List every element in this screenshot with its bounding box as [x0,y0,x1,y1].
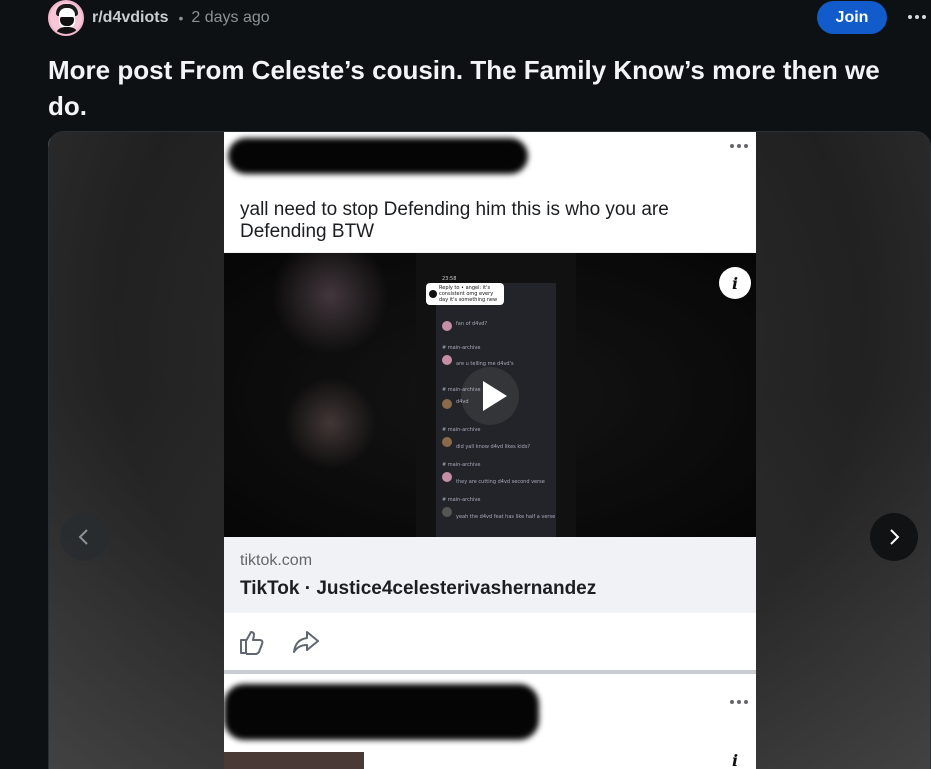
chevron-right-icon[interactable] [870,513,918,561]
embedded-next-post: i [224,674,756,769]
chat-msg-0: fan of d4vd? [456,321,488,327]
chat-avatar [442,321,452,331]
chat-msg-4: they are cutting d4vd second verse [456,479,545,485]
info-icon: i [719,267,751,299]
chat-avatar [442,472,452,482]
chat-channel: # main-archive [442,462,481,468]
info-icon: i [719,744,751,769]
embedded-video: 23:58 Reply to • angel: it's consistent … [224,253,756,537]
post-header: r/d4vdiots • 2 days ago [48,0,270,36]
redacted-name [224,684,539,740]
embedded-post-header: yall need to stop Defending him this is … [224,132,756,252]
post-title-text: More post From Celeste’s cousin. The Fam… [48,55,880,121]
join-button[interactable]: Join [817,1,887,34]
embedded-post-text: yall need to stop Defending him this is … [240,199,669,242]
chat-avatar [442,355,452,365]
embedded-actions [224,613,756,670]
chat-avatar [442,399,452,409]
screenshot-image: yall need to stop Defending him this is … [224,132,756,769]
subreddit-name[interactable]: r/d4vdiots [92,9,168,27]
separator: • [178,10,184,26]
more-options-icon[interactable] [903,6,931,28]
chat-avatar [442,507,452,517]
post-time: 2 days ago [191,9,270,26]
chat-channel: # main-archive [442,427,481,433]
embedded-thumb [224,752,364,769]
redacted-name [228,138,528,174]
media-gallery[interactable]: yall need to stop Defending him this is … [48,131,931,769]
chat-msg-5: yeah the d4vd feat has like half a verse [456,514,556,520]
chat-channel: # main-archive [442,345,481,351]
chat-channel: # main-archive [442,497,481,503]
embedded-more-icon [730,144,748,148]
phone-status-time: 23:58 [442,276,457,282]
chat-avatar [442,437,452,447]
chevron-left-icon[interactable] [60,513,108,561]
embedded-more-icon [730,700,748,704]
subreddit-avatar[interactable] [48,0,84,36]
chat-msg-3: did yall know d4vd likes kids? [456,444,531,450]
link-title: TikTok · Justice4celesterivashernandez [240,578,597,599]
play-icon [461,367,519,425]
link-preview: tiktok.com TikTok · Justice4celesterivas… [224,537,756,613]
link-domain: tiktok.com [240,552,313,569]
share-arrow-icon [293,631,319,653]
reply-bubble: Reply to • angel: it's consistent omg ev… [426,283,504,305]
thumbs-up-icon [240,631,264,655]
